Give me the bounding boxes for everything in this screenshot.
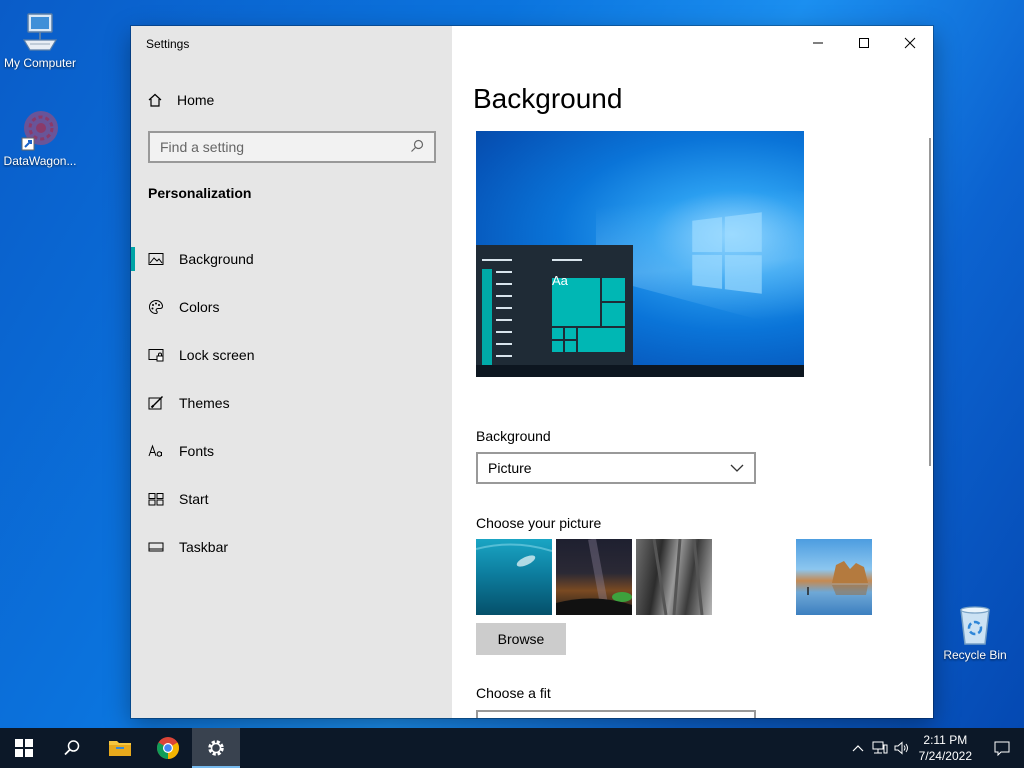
taskbar-icon [148, 539, 164, 555]
folder-icon [109, 741, 131, 756]
picture-thumbnail-rock-cliff[interactable] [636, 539, 712, 615]
preview-taskbar [476, 365, 804, 377]
show-hidden-icons-button[interactable] [847, 728, 869, 768]
start-button[interactable] [0, 728, 48, 768]
maximize-icon [859, 38, 869, 48]
sidebar-item-label: Fonts [179, 443, 215, 459]
sidebar-item-colors[interactable]: Colors [131, 283, 452, 331]
gear-icon [208, 740, 224, 756]
settings-window: Settings Home Find a setting Personaliza… [131, 26, 933, 718]
sidebar-item-label: Colors [179, 299, 220, 315]
section-heading: Personalization [148, 185, 252, 201]
palette-icon [148, 299, 164, 315]
chrome-button[interactable] [144, 728, 192, 768]
chrome-icon [157, 737, 179, 759]
sidebar-item-themes[interactable]: Themes [131, 379, 452, 427]
preview-start-menu [476, 245, 633, 377]
picture-thumbnail-night-sky[interactable] [556, 539, 632, 615]
sidebar-nav: Background Colors Lock screen Themes Fon… [131, 235, 452, 571]
lock-screen-icon [148, 347, 164, 363]
start-icon [148, 491, 164, 507]
home-icon [147, 92, 163, 108]
scrollbar[interactable] [929, 138, 931, 466]
sidebar-item-lock-screen[interactable]: Lock screen [131, 331, 452, 379]
choose-picture-label: Choose your picture [476, 515, 602, 531]
search-icon [64, 740, 80, 756]
system-tray: 2:11 PM 7/24/2022 [847, 728, 1024, 768]
picture-thumbnail-underwater[interactable] [476, 539, 552, 615]
speaker-icon [894, 741, 908, 755]
maximize-button[interactable] [841, 26, 887, 60]
clock-time: 2:11 PM [923, 733, 968, 747]
clock[interactable]: 2:11 PM 7/24/2022 [913, 732, 980, 764]
home-label: Home [177, 92, 215, 108]
sidebar-item-label: Lock screen [179, 347, 255, 363]
file-explorer-button[interactable] [96, 728, 144, 768]
sidebar-item-fonts[interactable]: Fonts [131, 427, 452, 475]
home-link[interactable]: Home [147, 90, 214, 110]
sidebar-item-taskbar[interactable]: Taskbar [131, 523, 452, 571]
taskbar: 2:11 PM 7/24/2022 [0, 728, 1024, 768]
search-placeholder: Find a setting [160, 139, 245, 155]
search-input[interactable]: Find a setting [148, 131, 436, 163]
taskbar-search-button[interactable] [48, 728, 96, 768]
network-button[interactable] [869, 728, 891, 768]
preview-tile-text: Aa [552, 273, 568, 288]
windows-logo-graphic [692, 212, 762, 294]
close-button[interactable] [887, 26, 933, 60]
dropdown-value: Picture [488, 460, 532, 476]
computer-icon [18, 10, 62, 54]
background-type-dropdown[interactable]: Picture [476, 452, 756, 484]
volume-button[interactable] [891, 728, 913, 768]
desktop-icon-recycle-bin[interactable]: Recycle Bin [935, 602, 1015, 662]
browse-button[interactable]: Browse [476, 623, 566, 655]
settings-taskbar-button[interactable] [192, 728, 240, 768]
sidebar-item-label: Taskbar [179, 539, 229, 555]
sidebar-item-background[interactable]: Background [131, 235, 452, 283]
choose-fit-dropdown[interactable] [476, 710, 756, 718]
sidebar-item-start[interactable]: Start [131, 475, 452, 523]
chevron-down-icon [730, 460, 744, 476]
close-icon [904, 37, 916, 49]
picture-thumbnail-beach[interactable] [796, 539, 872, 615]
background-type-label: Background [476, 428, 551, 444]
content-pane: Background Aa Background Picture Choose … [452, 26, 933, 718]
minimize-button[interactable] [795, 26, 841, 60]
desktop-icon-label: Recycle Bin [943, 648, 1007, 662]
sidebar-item-label: Themes [179, 395, 230, 411]
fonts-icon [148, 443, 164, 459]
notification-icon [994, 741, 1010, 756]
choose-fit-label: Choose a fit [476, 685, 551, 701]
network-icon [872, 741, 888, 754]
clock-date: 7/24/2022 [918, 749, 972, 763]
search-icon[interactable] [410, 139, 424, 156]
window-title: Settings [146, 37, 190, 51]
desktop-icon-label: DataWagon... [3, 154, 77, 168]
sidebar-item-label: Background [179, 251, 254, 267]
sidebar-item-label: Start [179, 491, 209, 507]
minimize-icon [813, 42, 823, 44]
recycle-bin-icon [953, 602, 997, 646]
themes-icon [148, 395, 164, 411]
window-controls [795, 26, 933, 60]
background-preview: Aa [476, 131, 804, 377]
action-center-button[interactable] [980, 728, 1024, 768]
chevron-up-icon [852, 745, 864, 752]
desktop-icon-my-computer[interactable]: My Computer [0, 10, 80, 70]
datawagon-icon [18, 108, 62, 152]
windows-logo-icon [15, 739, 33, 757]
desktop-icon-datawagon[interactable]: DataWagon... [0, 108, 80, 168]
picture-icon [148, 251, 164, 267]
desktop-icon-label: My Computer [3, 56, 77, 70]
page-title: Background [473, 83, 623, 114]
sidebar: Settings Home Find a setting Personaliza… [131, 26, 452, 718]
